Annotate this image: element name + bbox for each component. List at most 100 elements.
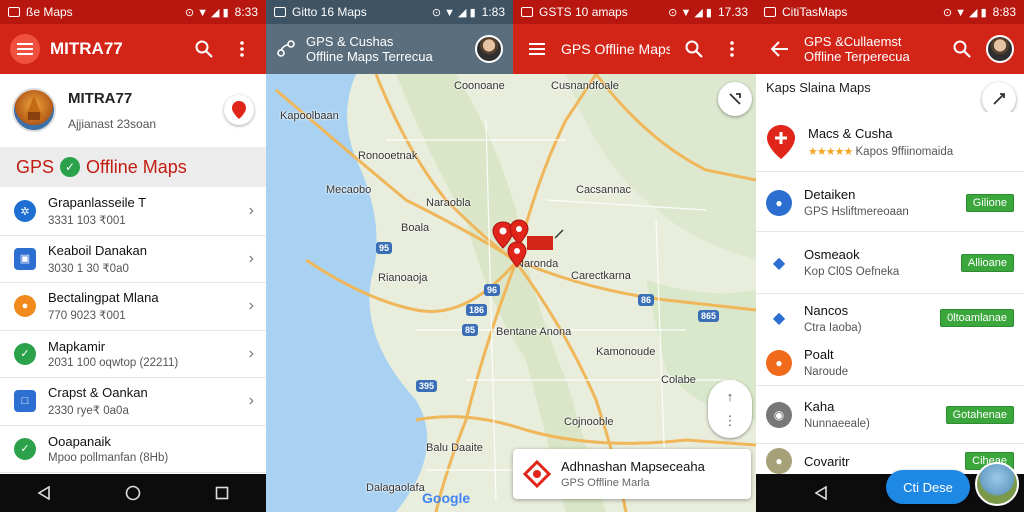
location-pin-icon[interactable] xyxy=(224,95,254,125)
status-bar: CitiTasMaps ⊙ ▼ ◢ ▮ 8:83 xyxy=(756,0,1024,24)
recents-icon[interactable] xyxy=(207,478,237,508)
list-item[interactable]: ✓ Mapkamir 2031 100 oqwtop (22211) › xyxy=(0,331,266,378)
hamburger-icon[interactable] xyxy=(10,34,40,64)
zoom-icon: ⋮ xyxy=(723,413,737,429)
status-time: 1:83 xyxy=(481,5,505,19)
rating-stars: ★★★★★ xyxy=(808,145,853,158)
directions-icon[interactable] xyxy=(718,82,752,116)
screen-results: CitiTasMaps ⊙ ▼ ◢ ▮ 8:83 GPS &Cullaemst … xyxy=(756,0,1024,512)
more-vert-icon[interactable] xyxy=(718,35,746,63)
list-item-icon: ✲ xyxy=(14,200,36,223)
list-item-icon: ● xyxy=(14,295,36,318)
chevron-right-icon: › xyxy=(248,392,254,410)
result-title: Osmeaok xyxy=(804,247,860,262)
section-heading: Kaps Slaina Maps xyxy=(766,80,871,95)
user-avatar[interactable] xyxy=(986,35,1014,63)
banner-gps-label: GPS xyxy=(16,156,55,177)
app-bar: MITRA77 xyxy=(0,24,266,74)
map-label: Dalagaolafa xyxy=(366,482,425,494)
location-pin-icon: ◆ xyxy=(766,305,792,331)
search-icon[interactable] xyxy=(190,35,218,63)
back-icon[interactable] xyxy=(29,478,59,508)
result-row[interactable]: ◆ Nancos Ctra Iaoba) 0ltoamlanae xyxy=(756,296,1024,340)
map-label: Kapoolbaan xyxy=(280,110,339,122)
list-item-subtitle: 3030 1 30 ₹0a0 xyxy=(48,262,129,275)
avatar xyxy=(12,88,56,132)
gps-offline-banner: GPS ✓ Offline Maps xyxy=(0,147,266,187)
back-arrow-icon[interactable] xyxy=(766,35,794,63)
map-list: ✲ Grapanlasseile T 3331 103 ₹001 › ▣ Keab… xyxy=(0,188,266,473)
result-row[interactable]: ● Poalt Naroude xyxy=(756,340,1024,386)
place-card[interactable]: Adhnashan Mapseceaha GPS Offline Marla xyxy=(513,449,751,499)
result-icon: ● xyxy=(766,349,792,376)
cta-button[interactable]: Cti Dese xyxy=(886,470,970,504)
map-label: Ronooetnak xyxy=(358,150,418,162)
map-label: Mecaobo xyxy=(326,184,372,196)
hamburger-icon[interactable] xyxy=(523,35,551,63)
north-arrow-icon: ↑ xyxy=(726,388,734,404)
result-tag[interactable]: 0ltoamlanae xyxy=(940,309,1014,327)
list-item[interactable]: ● Bectalingpat Mlana 770 9023 ₹001 › xyxy=(0,283,266,331)
profile-header[interactable]: MITRA77 Ajjianast 23soan xyxy=(0,74,266,146)
list-item[interactable]: ▣ Keaboil Danakan 3030 1 30 ₹0a0 › xyxy=(0,236,266,283)
more-vert-icon[interactable] xyxy=(228,35,256,63)
map-label: Carectkarna xyxy=(571,270,631,282)
map-label: Bentane Anona xyxy=(496,326,572,338)
list-item-subtitle: 2330 rye₹ 0a0a xyxy=(48,405,129,418)
map-view[interactable]: Kapoolbaan Ronooetnak Mecaobo Naraobla B… xyxy=(266,0,756,512)
result-title: Poalt xyxy=(804,347,834,362)
result-row[interactable]: ◆ Osmeaok Kop Cl0S Oefneka Allioane xyxy=(756,232,1024,294)
route-shield: 86 xyxy=(638,294,655,306)
home-icon[interactable] xyxy=(118,478,148,508)
result-subtitle: Nunnaeeale) xyxy=(804,418,870,430)
list-item[interactable]: ✓ Ooapanaik Mpoo pollmanfan (8Hb) xyxy=(0,426,266,473)
featured-place[interactable]: Macs & Cusha ★★★★★ Kapos 9ffiinomaida xyxy=(756,112,1024,172)
result-row[interactable]: ◉ Kaha Nunnaeeale) Gotahenae xyxy=(756,386,1024,444)
screen-profile: ße Maps ⊙ ▼ ◢ ▮ 8:33 MITRA77 MITRA77 Ajj… xyxy=(0,0,266,512)
list-item-subtitle: 3331 103 ₹001 xyxy=(48,215,126,228)
route-shield: 96 xyxy=(484,284,501,296)
map-search-bar[interactable]: GPS & Cushas Offline Maps Terrecua xyxy=(266,24,513,74)
map-label: Balu Daaite xyxy=(426,442,483,454)
list-item-icon: ✓ xyxy=(14,437,36,460)
map-pins[interactable] xyxy=(491,218,571,280)
check-icon: ✓ xyxy=(60,157,81,177)
list-item[interactable]: □ Crapst & Oankan 2330 rye₹ 0a0a › xyxy=(0,378,266,426)
user-avatar[interactable] xyxy=(475,35,503,63)
search-icon[interactable] xyxy=(680,35,708,63)
result-icon: ● xyxy=(766,448,792,474)
result-tag[interactable]: Gotahenae xyxy=(945,405,1014,424)
list-item[interactable]: ✲ Grapanlasseile T 3331 103 ₹001 › xyxy=(0,188,266,236)
result-title: Covaritr xyxy=(804,453,850,469)
compass-control[interactable]: ↑ ⋮ xyxy=(708,380,752,438)
avatar[interactable] xyxy=(975,462,1019,506)
result-row[interactable]: ● Detaiken GPS Hsliftmereoaan Gilione xyxy=(756,174,1024,232)
notification-icon xyxy=(764,7,776,17)
status-time: 8:83 xyxy=(992,5,1016,19)
profile-name: MITRA77 xyxy=(68,89,133,107)
app-title-line1: GPS &Cullaemst xyxy=(804,34,902,49)
google-wordmark: Google xyxy=(422,490,471,506)
search-icon[interactable] xyxy=(948,35,976,63)
route-shield: 95 xyxy=(376,242,393,254)
red-pin-icon xyxy=(767,124,795,159)
status-time: 17.33 xyxy=(717,5,748,19)
app-title: MITRA77 xyxy=(50,39,123,58)
status-text: Gitto 16 Maps xyxy=(292,5,367,19)
result-tag[interactable]: Gilione xyxy=(965,193,1014,212)
status-bar: Gitto 16 Maps ⊙ ▼ ◢ ▮ 1:83 xyxy=(266,0,513,24)
directions-icon[interactable] xyxy=(982,82,1016,116)
back-icon[interactable] xyxy=(806,478,836,508)
result-tag[interactable]: Allioane xyxy=(960,253,1014,272)
status-time: 8:33 xyxy=(234,5,258,19)
notification-icon xyxy=(521,7,533,17)
app-title: GPS Offline Maps xyxy=(561,41,670,57)
app-bar: GPS Offline Maps xyxy=(513,24,756,74)
list-item-title: Ooapanaik xyxy=(48,433,111,449)
list-item-subtitle: 770 9023 ₹001 xyxy=(48,310,126,323)
list-item-title: Grapanlasseile T xyxy=(48,195,147,211)
map-label: Rianoaoja xyxy=(378,272,428,284)
place-card-title: Adhnashan Mapseceaha xyxy=(561,459,705,474)
list-item-icon: □ xyxy=(14,390,36,413)
status-text: ße Maps xyxy=(26,5,73,19)
